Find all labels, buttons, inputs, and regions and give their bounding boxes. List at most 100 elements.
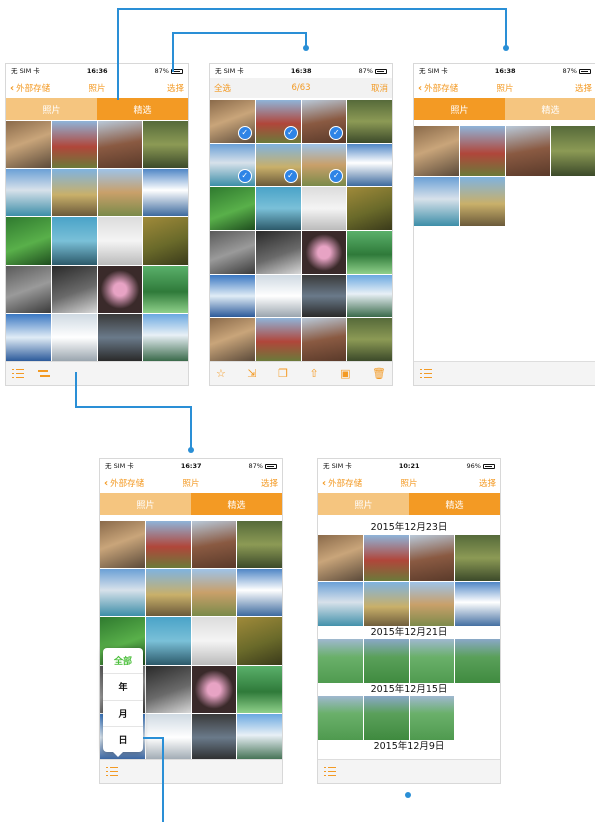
photo-thumbnail[interactable] <box>97 217 143 265</box>
photo-thumbnail[interactable] <box>409 535 455 581</box>
photo-thumbnail[interactable] <box>237 617 282 665</box>
select-button[interactable]: 选择 <box>167 82 184 94</box>
photo-thumbnail[interactable] <box>237 521 282 569</box>
photo-thumbnail[interactable] <box>6 121 51 169</box>
photo-thumbnail[interactable]: ✓ <box>301 100 347 143</box>
photo-thumbnail[interactable] <box>505 126 551 176</box>
photo-thumbnail[interactable] <box>100 521 145 569</box>
photo-thumbnail[interactable] <box>318 639 363 684</box>
menu-item-all[interactable]: 全部 <box>103 648 143 675</box>
photo-thumbnail[interactable] <box>347 318 392 361</box>
photo-thumbnail[interactable] <box>409 581 455 627</box>
photo-thumbnail[interactable] <box>6 169 51 217</box>
photo-thumbnail[interactable] <box>455 639 500 684</box>
select-button[interactable]: 选择 <box>261 477 278 489</box>
photo-thumbnail[interactable]: ✓ <box>210 100 255 143</box>
tab-photos[interactable]: 照片 <box>414 98 505 120</box>
photo-thumbnail[interactable] <box>145 617 191 665</box>
list-icon[interactable] <box>420 369 432 378</box>
photo-thumbnail[interactable] <box>97 313 143 361</box>
photo-thumbnail[interactable] <box>191 521 237 569</box>
photo-thumbnail[interactable] <box>255 274 301 318</box>
photo-thumbnail[interactable] <box>51 313 97 361</box>
tab-photos[interactable]: 照片 <box>318 493 409 515</box>
photo-thumbnail[interactable] <box>551 126 595 176</box>
share-icon[interactable]: ⇧ <box>309 362 318 386</box>
photo-thumbnail[interactable] <box>414 126 459 176</box>
photo-thumbnail[interactable] <box>100 569 145 617</box>
select-button[interactable]: 选择 <box>575 82 592 94</box>
photo-thumbnail[interactable] <box>363 639 409 684</box>
back-button[interactable]: ‹ 外部存储 <box>322 477 362 490</box>
photo-thumbnail[interactable] <box>237 713 282 761</box>
photo-thumbnail[interactable] <box>143 121 188 169</box>
tab-photos[interactable]: 照片 <box>6 98 97 120</box>
photo-thumbnail[interactable] <box>347 143 392 187</box>
import-icon[interactable]: ⇲ <box>247 362 256 386</box>
photo-thumbnail[interactable] <box>191 713 237 761</box>
photo-thumbnail[interactable] <box>347 230 392 274</box>
photo-thumbnail[interactable] <box>301 318 347 361</box>
menu-item-year[interactable]: 年 <box>103 674 143 701</box>
filter-icon[interactable] <box>38 369 50 378</box>
photo-thumbnail[interactable] <box>255 318 301 361</box>
photo-thumbnail[interactable] <box>143 217 188 265</box>
move-icon[interactable]: ▣ <box>340 362 350 386</box>
list-icon[interactable] <box>324 767 336 776</box>
photo-thumbnail[interactable]: ✓ <box>210 143 255 187</box>
photo-thumbnail[interactable] <box>455 581 500 627</box>
photo-thumbnail[interactable] <box>459 126 505 176</box>
select-button[interactable]: 选择 <box>479 477 496 489</box>
photo-thumbnail[interactable] <box>145 569 191 617</box>
photo-thumbnail[interactable]: ✓ <box>255 143 301 187</box>
tab-featured[interactable]: 精选 <box>409 493 500 515</box>
menu-item-day[interactable]: 日 <box>103 727 143 752</box>
photo-thumbnail[interactable] <box>409 696 455 740</box>
photo-thumbnail[interactable] <box>145 665 191 713</box>
photo-thumbnail[interactable] <box>210 187 255 230</box>
photo-thumbnail[interactable] <box>237 569 282 617</box>
back-button[interactable]: ‹ 外部存储 <box>104 477 144 490</box>
photo-thumbnail[interactable] <box>191 569 237 617</box>
photo-thumbnail[interactable] <box>301 187 347 230</box>
photo-thumbnail[interactable] <box>210 230 255 274</box>
photo-thumbnail[interactable] <box>347 187 392 230</box>
photo-thumbnail[interactable]: ✓ <box>301 143 347 187</box>
photo-thumbnail[interactable] <box>459 176 505 226</box>
photo-thumbnail[interactable] <box>363 581 409 627</box>
photo-thumbnail[interactable] <box>6 265 51 313</box>
photo-thumbnail[interactable] <box>97 169 143 217</box>
photo-thumbnail[interactable] <box>51 217 97 265</box>
select-all-button[interactable]: 全选 <box>214 82 231 94</box>
photo-thumbnail[interactable] <box>255 230 301 274</box>
photo-thumbnail[interactable] <box>6 313 51 361</box>
list-icon[interactable] <box>106 767 118 776</box>
photo-thumbnail[interactable] <box>210 318 255 361</box>
photo-thumbnail[interactable] <box>301 274 347 318</box>
photo-thumbnail[interactable] <box>210 274 255 318</box>
photo-thumbnail[interactable] <box>318 581 363 627</box>
photo-thumbnail[interactable] <box>255 187 301 230</box>
trash-icon[interactable]: 🗑 <box>372 362 386 386</box>
photo-thumbnail[interactable] <box>414 176 459 226</box>
photo-thumbnail[interactable] <box>318 696 363 740</box>
list-icon[interactable] <box>12 369 24 378</box>
photo-thumbnail[interactable] <box>97 265 143 313</box>
photo-thumbnail[interactable] <box>143 265 188 313</box>
photo-thumbnail[interactable] <box>145 521 191 569</box>
photo-thumbnail[interactable] <box>347 274 392 318</box>
photo-thumbnail[interactable] <box>6 217 51 265</box>
photo-thumbnail[interactable] <box>409 639 455 684</box>
photo-thumbnail[interactable] <box>51 265 97 313</box>
photo-thumbnail[interactable] <box>97 121 143 169</box>
photo-thumbnail[interactable] <box>191 665 237 713</box>
photo-thumbnail[interactable] <box>347 100 392 143</box>
tab-photos[interactable]: 照片 <box>100 493 191 515</box>
cancel-button[interactable]: 取消 <box>371 82 388 94</box>
photo-thumbnail[interactable] <box>363 535 409 581</box>
menu-item-month[interactable]: 月 <box>103 701 143 727</box>
back-button[interactable]: ‹ 外部存储 <box>10 82 50 95</box>
photo-thumbnail[interactable] <box>237 665 282 713</box>
copy-icon[interactable]: ❐ <box>278 362 288 386</box>
photo-thumbnail[interactable] <box>363 696 409 740</box>
